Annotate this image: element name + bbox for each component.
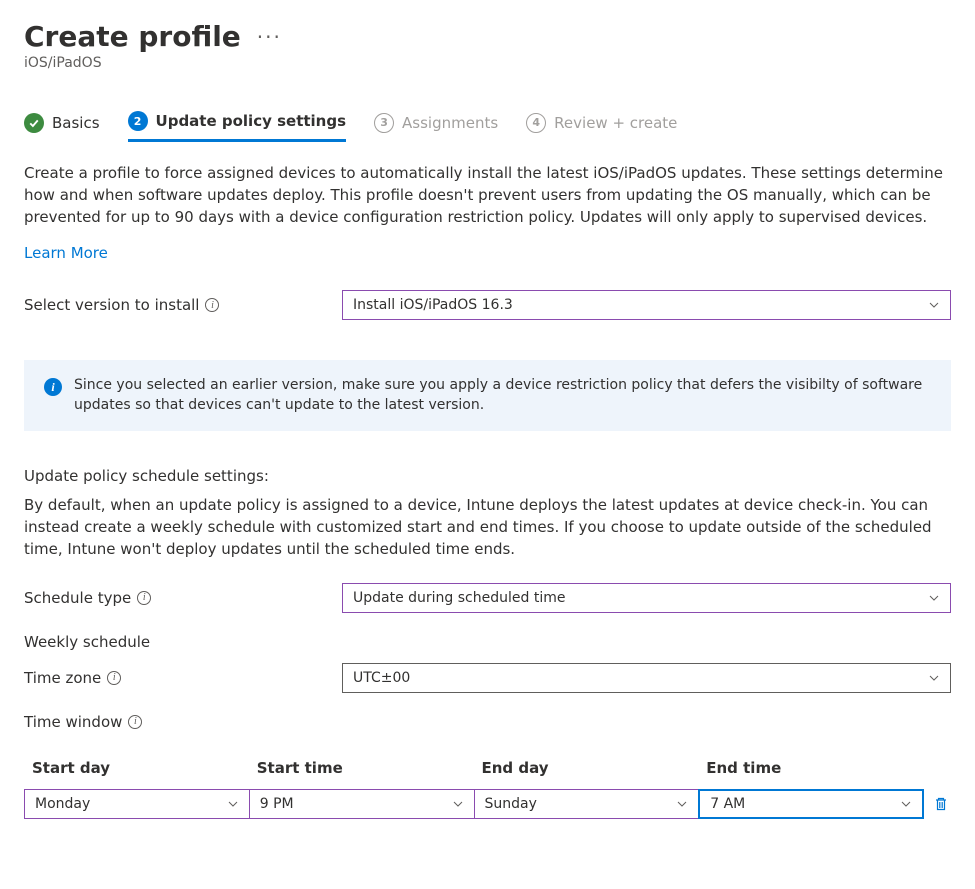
info-icon[interactable]: i (137, 591, 151, 605)
step-basics[interactable]: Basics (24, 111, 100, 142)
step-assignments[interactable]: 3 Assignments (374, 111, 498, 142)
select-value: Monday (35, 796, 90, 812)
step-review-create[interactable]: 4 Review + create (526, 111, 677, 142)
select-value: Install iOS/iPadOS 16.3 (353, 297, 513, 313)
schedule-description: By default, when an update policy is ass… (24, 495, 951, 560)
info-banner: i Since you selected an earlier version,… (24, 360, 951, 431)
info-icon: i (44, 378, 62, 396)
step-number-icon: 3 (374, 113, 394, 133)
select-value: Update during scheduled time (353, 590, 565, 606)
description-text: Create a profile to force assigned devic… (24, 163, 951, 228)
schedule-heading: Update policy schedule settings: (24, 467, 951, 485)
version-select[interactable]: Install iOS/iPadOS 16.3 (342, 290, 951, 320)
chevron-down-icon (928, 299, 940, 311)
wizard-steps: Basics 2 Update policy settings 3 Assign… (24, 111, 951, 143)
chevron-down-icon (900, 798, 912, 810)
end-time-select[interactable]: 7 AM (698, 789, 924, 819)
col-end-time: End time (698, 759, 923, 789)
info-icon[interactable]: i (128, 715, 142, 729)
chevron-down-icon (676, 798, 688, 810)
end-day-select[interactable]: Sunday (474, 789, 700, 819)
page-title: Create profile (24, 20, 241, 53)
table-row: Monday 9 PM Sunday 7 AM (24, 789, 923, 819)
step-label: Assignments (402, 114, 498, 132)
info-icon[interactable]: i (107, 671, 121, 685)
weekly-schedule-heading: Weekly schedule (24, 633, 951, 651)
delete-row-button[interactable] (931, 789, 951, 819)
step-label: Update policy settings (156, 112, 347, 130)
info-icon[interactable]: i (205, 298, 219, 312)
col-end-day: End day (474, 759, 699, 789)
step-label: Basics (52, 114, 100, 132)
page-subtitle: iOS/iPadOS (24, 55, 951, 71)
col-start-time: Start time (249, 759, 474, 789)
select-value: UTC±00 (353, 670, 410, 686)
schedule-type-label: Schedule type i (24, 589, 342, 607)
select-value: 9 PM (260, 796, 294, 812)
chevron-down-icon (928, 672, 940, 684)
step-number-icon: 4 (526, 113, 546, 133)
time-window-label: Time window i (24, 713, 951, 731)
more-actions-button[interactable]: ··· (257, 25, 282, 49)
info-banner-text: Since you selected an earlier version, m… (74, 376, 931, 415)
start-day-select[interactable]: Monday (24, 789, 250, 819)
chevron-down-icon (452, 798, 464, 810)
chevron-down-icon (928, 592, 940, 604)
start-time-select[interactable]: 9 PM (249, 789, 475, 819)
schedule-type-select[interactable]: Update during scheduled time (342, 583, 951, 613)
version-label: Select version to install i (24, 296, 342, 314)
col-start-day: Start day (24, 759, 249, 789)
step-number-icon: 2 (128, 111, 148, 131)
step-update-policy-settings[interactable]: 2 Update policy settings (128, 111, 347, 142)
step-label: Review + create (554, 114, 677, 132)
select-value: 7 AM (710, 796, 745, 812)
select-value: Sunday (485, 796, 537, 812)
learn-more-link[interactable]: Learn More (24, 244, 108, 262)
check-icon (24, 113, 44, 133)
timezone-select[interactable]: UTC±00 (342, 663, 951, 693)
chevron-down-icon (227, 798, 239, 810)
trash-icon (933, 796, 949, 812)
timezone-label: Time zone i (24, 669, 342, 687)
